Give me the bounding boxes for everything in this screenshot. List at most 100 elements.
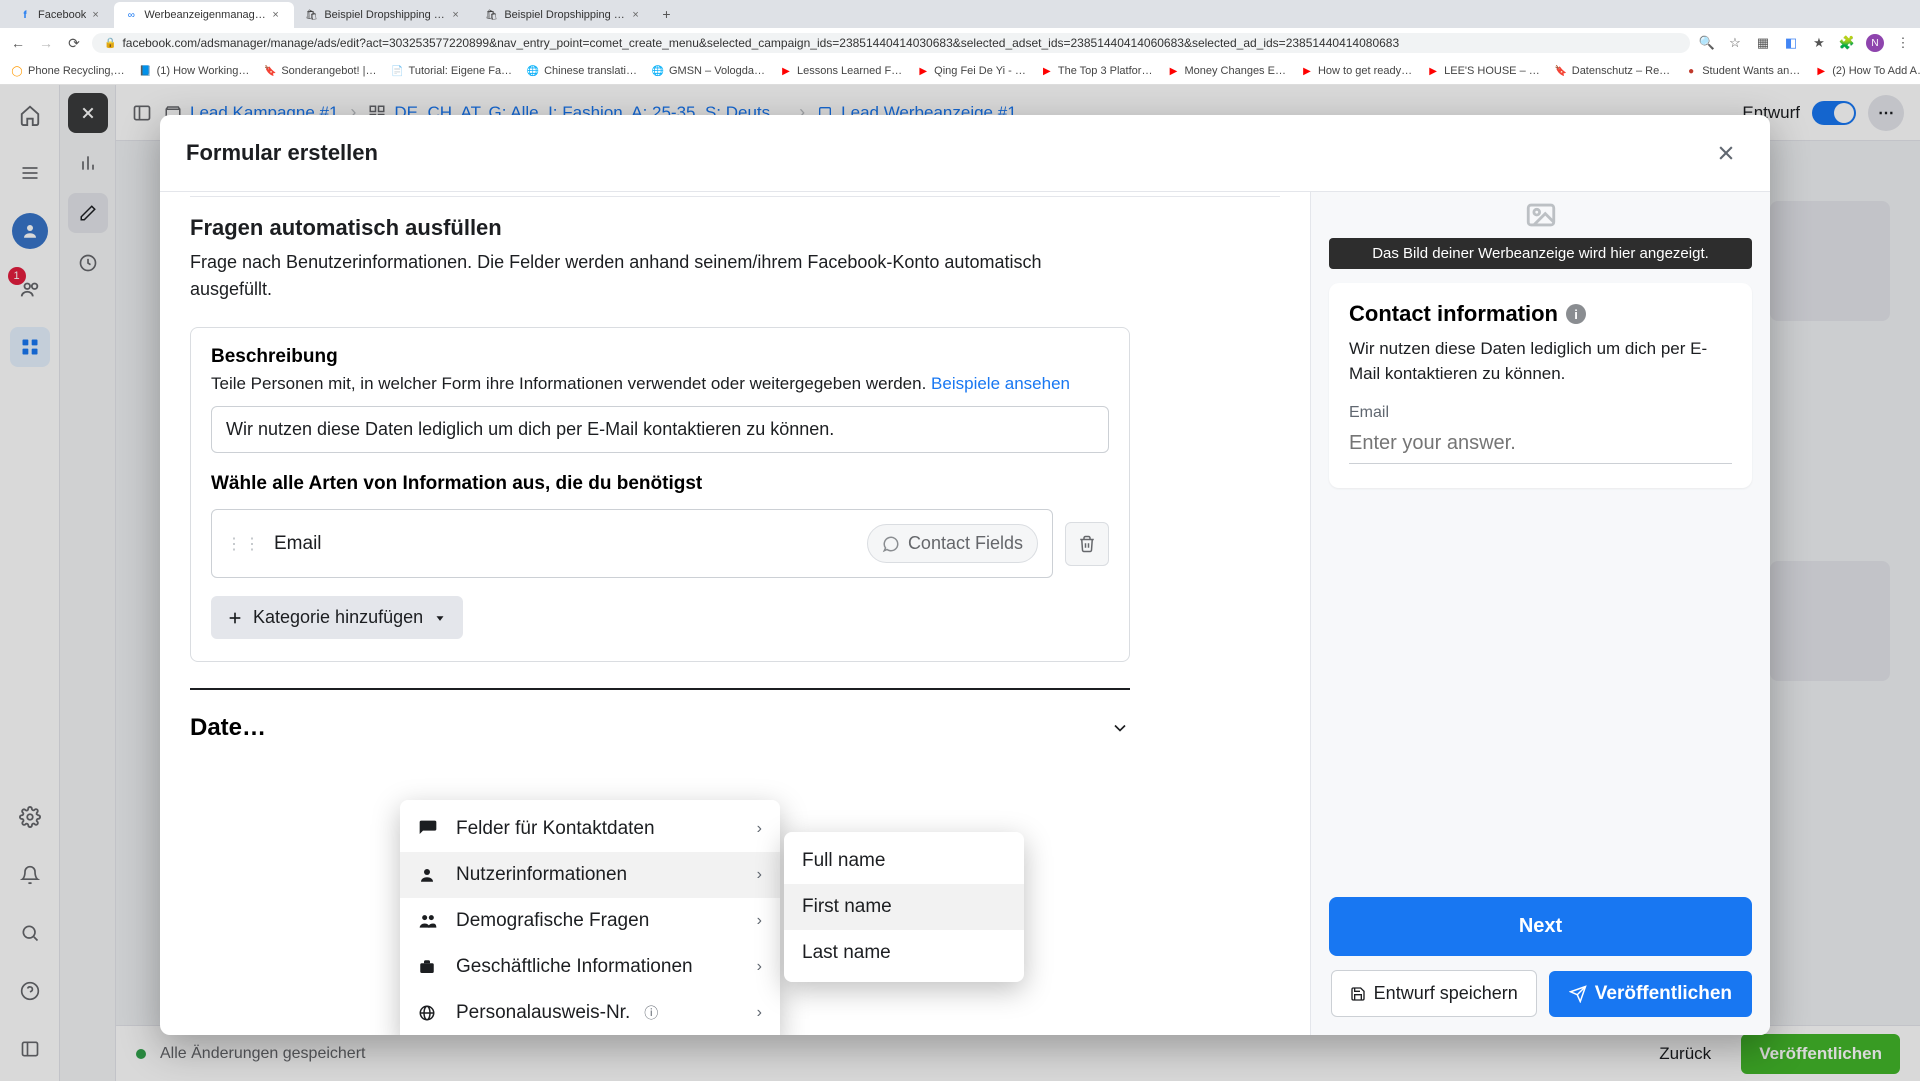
shop-icon: 🛍 [304, 8, 318, 22]
save-draft-button[interactable]: Entwurf speichern [1331, 970, 1537, 1017]
preview-card-description: Wir nutzen diese Daten lediglich um dich… [1349, 337, 1732, 386]
flyout-item-id[interactable]: Personalausweis-Nr. ⓘ › [400, 990, 780, 1035]
tab-label: Beispiel Dropshipping Store [504, 9, 626, 21]
bookmark-favicon: ● [1684, 64, 1698, 78]
info-icon[interactable]: i [1566, 304, 1586, 324]
extension-icon[interactable]: ◧ [1782, 34, 1800, 52]
flyout-option-first-name[interactable]: First name [784, 884, 1024, 930]
flyout-item-business[interactable]: Geschäftliche Informationen › [400, 944, 780, 990]
star-icon[interactable]: ☆ [1726, 34, 1744, 52]
bookmark-item[interactable]: 🌐GMSN – Vologda… [651, 64, 765, 78]
field-pill[interactable]: ⋮⋮ Email Contact Fields [211, 509, 1053, 578]
bookmark-favicon: 🌐 [526, 64, 540, 78]
flyout-option-last-name[interactable]: Last name [784, 930, 1024, 976]
privacy-section-row[interactable]: Date… [190, 688, 1130, 742]
create-form-modal: Formular erstellen Fragen automatisch au… [160, 115, 1770, 1035]
browser-tab[interactable]: f Facebook × [8, 2, 114, 28]
forward-icon[interactable]: → [36, 35, 56, 51]
bookmark-item[interactable]: ●Student Wants an… [1684, 64, 1800, 78]
bookmark-item[interactable]: ▶Qing Fei De Yi - … [916, 64, 1026, 78]
flyout-item-user-info[interactable]: Nutzerinformationen › [400, 852, 780, 898]
globe-icon [418, 1004, 442, 1022]
field-row: ⋮⋮ Email Contact Fields [211, 509, 1109, 578]
bookmark-item[interactable]: ▶LEE'S HOUSE – … [1426, 64, 1540, 78]
subcategory-flyout: Full name First name Last name [784, 832, 1024, 982]
browser-tab[interactable]: 🛍 Beispiel Dropshipping Store × [474, 2, 654, 28]
description-card: Beschreibung Teile Personen mit, in welc… [190, 327, 1130, 662]
choose-info-label: Wähle alle Arten von Information aus, di… [211, 473, 1109, 495]
close-icon[interactable]: × [452, 9, 464, 21]
search-icon[interactable]: 🔍 [1698, 34, 1716, 52]
contact-fields-chip[interactable]: Contact Fields [867, 524, 1038, 563]
close-icon[interactable]: × [92, 9, 104, 21]
bookmark-item[interactable]: ▶Money Changes E… [1166, 64, 1286, 78]
description-input[interactable] [211, 406, 1109, 453]
delete-field-button[interactable] [1065, 522, 1109, 566]
browser-toolbar-icons: 🔍 ☆ ▦ ◧ ★ 🧩 N ⋮ [1698, 34, 1912, 52]
tab-strip: f Facebook × ∞ Werbeanzeigenmanager – We… [0, 0, 1920, 28]
bookmark-item[interactable]: ▶(2) How To Add A… [1814, 64, 1920, 78]
chat-icon [418, 819, 442, 839]
bookmark-item[interactable]: 🌐Chinese translati… [526, 64, 637, 78]
extension-icon[interactable]: ★ [1810, 34, 1828, 52]
tab-label: Beispiel Dropshipping Store [324, 9, 446, 21]
bookmark-item[interactable]: 🔖Datenschutz – Re… [1554, 64, 1670, 78]
bookmark-item[interactable]: ◯Phone Recycling,… [10, 64, 125, 78]
youtube-icon: ▶ [779, 64, 793, 78]
image-placeholder-icon [1329, 202, 1752, 232]
bookmark-item[interactable]: ▶The Top 3 Platfor… [1040, 64, 1153, 78]
preview-next-button[interactable]: Next [1329, 897, 1752, 956]
url-input[interactable]: 🔒 facebook.com/adsmanager/manage/ads/edi… [92, 33, 1690, 53]
bookmark-item[interactable]: 🔖Sonderangebot! |… [263, 64, 376, 78]
close-icon[interactable]: × [632, 9, 644, 21]
chevron-right-icon: › [757, 958, 762, 976]
browser-tab[interactable]: ∞ Werbeanzeigenmanager – We… × [114, 2, 294, 28]
chevron-right-icon: › [757, 1004, 762, 1022]
bookmark-favicon: 📄 [391, 64, 405, 78]
tab-label: Werbeanzeigenmanager – We… [144, 9, 266, 21]
lock-icon: 🔒 [104, 38, 116, 49]
close-icon[interactable] [1708, 135, 1744, 171]
description-heading: Beschreibung [211, 346, 1109, 368]
flyout-item-contact-fields[interactable]: Felder für Kontaktdaten › [400, 806, 780, 852]
bookmark-item[interactable]: 📘(1) How Working… [139, 64, 250, 78]
bookmark-favicon: 🔖 [1554, 64, 1568, 78]
preview-email-input[interactable] [1349, 424, 1732, 464]
briefcase-icon [418, 958, 442, 976]
privacy-label: Date… [190, 714, 266, 742]
modal-publish-button[interactable]: Veröffentlichen [1549, 971, 1752, 1017]
person-icon [418, 866, 442, 884]
preview-email-label: Email [1349, 404, 1732, 422]
facebook-icon: f [18, 8, 32, 22]
examples-link[interactable]: Beispiele ansehen [931, 374, 1070, 393]
bookmark-favicon: ◯ [10, 64, 24, 78]
preview-contact-card: Contact information i Wir nutzen diese D… [1329, 283, 1752, 488]
youtube-icon: ▶ [1040, 64, 1054, 78]
browser-tab[interactable]: 🛍 Beispiel Dropshipping Store × [294, 2, 474, 28]
extension-icon[interactable]: ▦ [1754, 34, 1772, 52]
puzzle-icon[interactable]: 🧩 [1838, 34, 1856, 52]
new-tab-button[interactable]: + [654, 6, 678, 22]
youtube-icon: ▶ [916, 64, 930, 78]
back-icon[interactable]: ← [8, 35, 28, 51]
people-icon [418, 911, 442, 931]
bookmark-item[interactable]: 📄Tutorial: Eigene Fa… [391, 64, 513, 78]
youtube-icon: ▶ [1814, 64, 1828, 78]
info-icon[interactable]: ⓘ [644, 1003, 658, 1023]
flyout-item-demographic[interactable]: Demografische Fragen › [400, 898, 780, 944]
add-category-button[interactable]: Kategorie hinzufügen [211, 596, 463, 639]
shop-icon: 🛍 [484, 8, 498, 22]
youtube-icon: ▶ [1166, 64, 1180, 78]
flyout-option-full-name[interactable]: Full name [784, 838, 1024, 884]
bookmark-item[interactable]: ▶Lessons Learned F… [779, 64, 902, 78]
bookmark-item[interactable]: ▶How to get ready… [1300, 64, 1412, 78]
reload-icon[interactable]: ⟳ [64, 35, 84, 52]
category-flyout: Felder für Kontaktdaten › Nutzerinformat… [400, 800, 780, 1035]
modal-header: Formular erstellen [160, 115, 1770, 191]
youtube-icon: ▶ [1426, 64, 1440, 78]
drag-handle-icon[interactable]: ⋮⋮ [226, 534, 262, 554]
menu-icon[interactable]: ⋮ [1894, 34, 1912, 52]
profile-avatar-icon[interactable]: N [1866, 34, 1884, 52]
close-icon[interactable]: × [272, 9, 284, 21]
tab-label: Facebook [38, 9, 86, 21]
